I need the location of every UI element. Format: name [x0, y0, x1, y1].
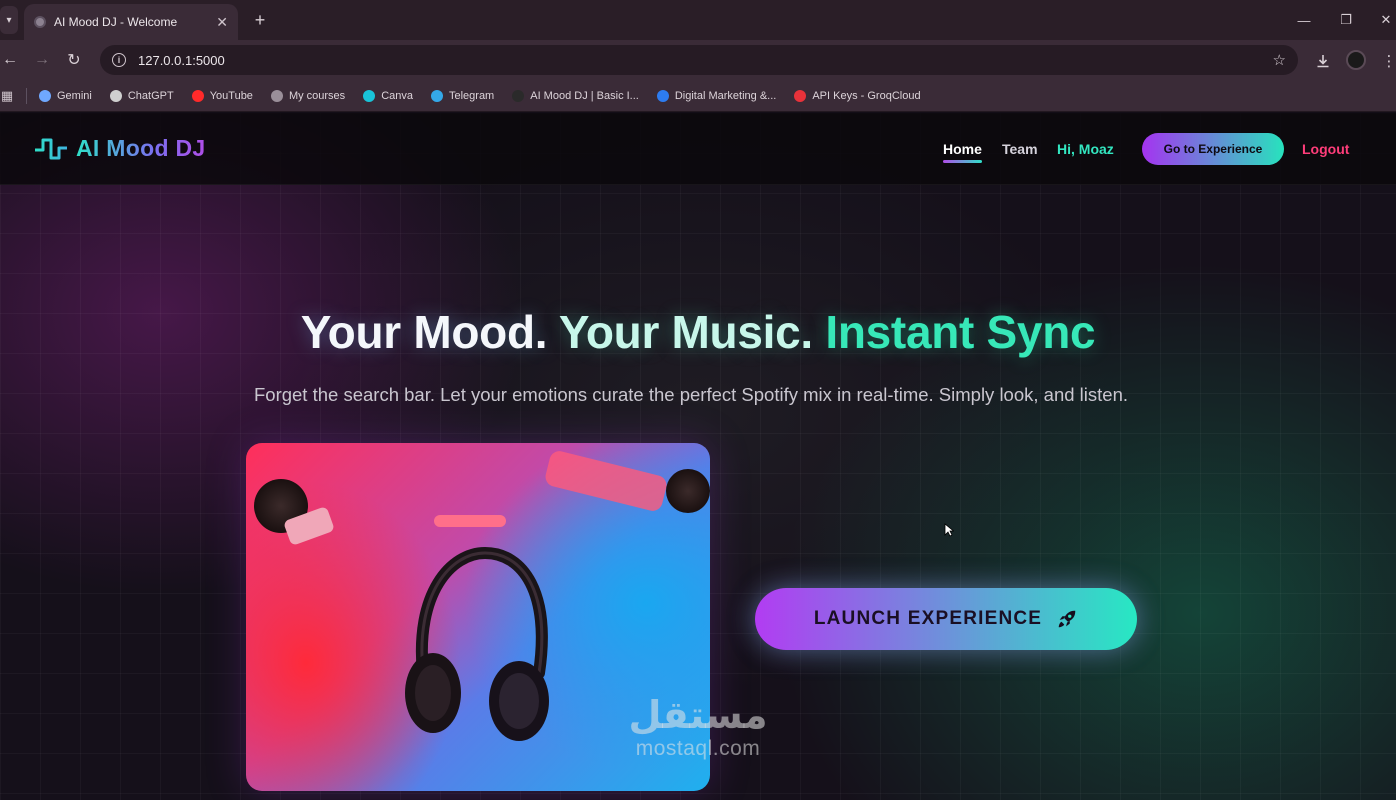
tab-title: AI Mood DJ - Welcome	[54, 15, 178, 29]
gemini-icon	[39, 89, 51, 102]
launch-experience-button[interactable]: LAUNCH EXPERIENCE	[755, 588, 1137, 650]
forward-arrow-icon[interactable]: →	[32, 50, 52, 70]
coursera-icon	[656, 89, 669, 102]
bookmark-star-icon[interactable]: ☆	[1273, 51, 1286, 69]
url-text[interactable]: 127.0.0.1:5000	[138, 53, 1261, 68]
desk-object-decoration	[434, 515, 506, 527]
headline-music: Your Music.	[558, 306, 813, 358]
chatgpt-icon	[109, 89, 122, 102]
bookmark-youtube[interactable]: YouTube	[191, 89, 253, 102]
new-tab-button[interactable]: +	[250, 8, 270, 32]
browser-toolbar: ← → ↻ i 127.0.0.1:5000 ☆ ⋮	[0, 40, 1396, 80]
go-to-experience-button[interactable]: Go to Experience	[1142, 133, 1284, 165]
restore-icon[interactable]: ❐	[1334, 8, 1358, 32]
page-viewport: AI Mood DJ Home Team Hi, Moaz Go to Expe…	[0, 113, 1396, 800]
watermark-site: mostaql.com	[635, 737, 761, 760]
youtube-icon	[191, 89, 204, 102]
user-greeting: Hi, Moaz	[1057, 141, 1114, 157]
minimize-icon[interactable]: —	[1292, 8, 1316, 32]
close-window-icon[interactable]: ✕	[1374, 8, 1396, 32]
rocket-icon	[1058, 610, 1076, 628]
mouse-cursor-icon	[944, 523, 954, 537]
telegram-icon	[430, 89, 443, 102]
shelf-decoration	[543, 449, 669, 513]
pulse-wave-icon	[35, 138, 67, 159]
bookmark-telegram[interactable]: Telegram	[430, 89, 494, 102]
more-menu-icon[interactable]: ⋮	[1378, 50, 1396, 72]
github-icon	[512, 89, 525, 102]
bookmark-digital-marketing[interactable]: Digital Marketing &...	[656, 89, 776, 102]
bookmark-gemini[interactable]: Gemini	[39, 89, 92, 102]
back-arrow-icon[interactable]: ←	[0, 50, 20, 70]
hero-subtitle: Forget the search bar. Let your emotions…	[253, 384, 1129, 405]
canva-icon	[363, 89, 376, 102]
logout-link[interactable]: Logout	[1302, 141, 1349, 157]
bookmark-groqcloud[interactable]: API Keys - GroqCloud	[794, 89, 921, 102]
globe-icon	[34, 16, 46, 28]
bookmarks-divider	[26, 87, 27, 104]
bookmark-chatgpt[interactable]: ChatGPT	[109, 89, 174, 102]
groq-icon	[794, 89, 807, 102]
headline-sync: Instant Sync	[825, 306, 1096, 358]
bookmark-my-courses[interactable]: My courses	[270, 89, 345, 102]
close-tab-icon[interactable]: ✕	[216, 14, 228, 31]
headline-mood: Your Mood.	[300, 306, 548, 358]
bookmarks-bar: ▦ Gemini ChatGPT YouTube My courses Canv…	[0, 80, 1396, 112]
address-bar[interactable]: i 127.0.0.1:5000 ☆	[100, 45, 1298, 75]
nav-home-link[interactable]: Home	[943, 141, 982, 163]
hero-headline: Your Mood. Your Music. Instant Sync	[0, 305, 1396, 359]
brand-name: AI Mood DJ	[76, 135, 206, 161]
tab-search-chevron-icon[interactable]: ▾	[0, 6, 18, 34]
launch-label: LAUNCH EXPERIENCE	[813, 608, 1043, 629]
courses-icon	[270, 89, 283, 102]
plant-decoration-right	[666, 469, 710, 513]
headphones-icon	[405, 546, 549, 741]
site-logo[interactable]: AI Mood DJ	[34, 135, 206, 162]
mostaql-watermark: مستقل mostaql.com	[612, 693, 784, 761]
site-navbar: AI Mood DJ Home Team Hi, Moaz Go to Expe…	[0, 113, 1396, 185]
site-info-icon[interactable]: i	[112, 53, 126, 67]
download-icon[interactable]	[1312, 50, 1334, 72]
bookmark-ai-mood-dj[interactable]: AI Mood DJ | Basic I...	[512, 89, 639, 102]
bookmark-canva[interactable]: Canva	[363, 89, 413, 102]
reload-icon[interactable]: ↻	[64, 50, 84, 70]
profile-avatar-icon[interactable]	[1346, 50, 1366, 70]
browser-tab-active[interactable]: AI Mood DJ - Welcome ✕	[24, 4, 238, 40]
nav-team-link[interactable]: Team	[1002, 141, 1038, 157]
browser-tab-strip: ▾ AI Mood DJ - Welcome ✕ + — ❐ ✕	[0, 0, 1396, 40]
apps-grid-icon[interactable]: ▦	[0, 88, 14, 103]
watermark-arabic: مستقل	[628, 693, 768, 737]
